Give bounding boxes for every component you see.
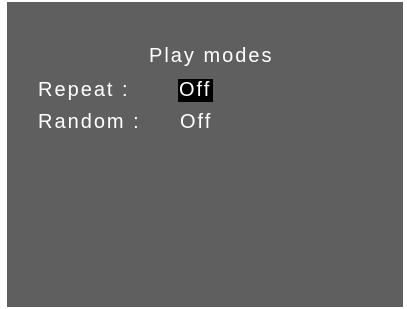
repeat-value[interactable]: Off	[178, 79, 214, 102]
menu-title: Play modes	[149, 45, 274, 67]
repeat-label: Repeat :	[38, 79, 130, 101]
osd-screen: Play modes Repeat : Off Random : Off	[7, 2, 403, 307]
random-value[interactable]: Off	[179, 110, 214, 134]
random-label: Random :	[38, 111, 141, 133]
window-frame: Play modes Repeat : Off Random : Off	[0, 0, 407, 309]
